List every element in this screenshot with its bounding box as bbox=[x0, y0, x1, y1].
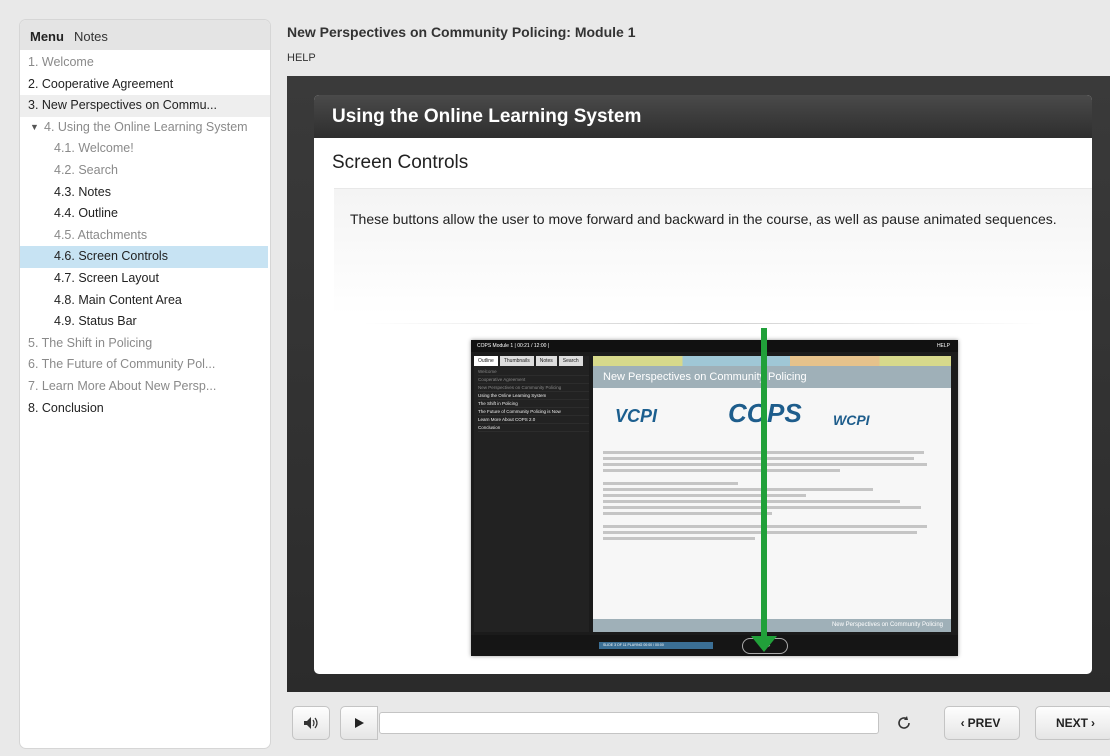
menu-item-search[interactable]: 4.2. Search bbox=[20, 160, 270, 182]
menu-item-welcome[interactable]: 1. Welcome bbox=[20, 52, 270, 74]
screenshot-stripe bbox=[593, 356, 951, 366]
screenshot-controls: SLIDE 3 OF 11 PLAYING 00:00 / 00:00 II ◂… bbox=[471, 635, 958, 656]
menu-list: 1. Welcome 2. Cooperative Agreement 3. N… bbox=[20, 50, 270, 419]
chevron-right-icon: › bbox=[1091, 716, 1095, 730]
screenshot-footer: New Perspectives on Community Policing bbox=[593, 619, 951, 632]
replay-icon bbox=[898, 716, 910, 729]
play-button[interactable] bbox=[340, 706, 378, 740]
volume-button[interactable] bbox=[292, 706, 330, 740]
menu-item-cooperative-agreement[interactable]: 2. Cooperative Agreement bbox=[20, 74, 270, 96]
next-label: NEXT bbox=[1055, 716, 1088, 730]
menu-item-learn-more[interactable]: 7. Learn More About New Persp... bbox=[20, 376, 270, 398]
screenshot-list-item: New Perspectives on Community Policing bbox=[478, 384, 589, 392]
prev-label: PREV bbox=[967, 716, 1001, 730]
screenshot-body-text bbox=[593, 451, 951, 540]
tab-notes[interactable]: Notes bbox=[70, 23, 114, 50]
menu-item-label: 4. Using the Online Learning System bbox=[44, 119, 248, 134]
screenshot-list-item: Conclusion bbox=[478, 424, 589, 432]
slide-subtitle: Screen Controls bbox=[332, 152, 469, 173]
screenshot-top-title: COPS Module 1 | 00:21 / 12:00 | bbox=[477, 343, 550, 349]
screenshot-list: Welcome Cooperative Agreement New Perspe… bbox=[474, 366, 589, 432]
screenshot-list-item: Cooperative Agreement bbox=[478, 376, 589, 384]
menu-item-welcome-sub[interactable]: 4.1. Welcome! bbox=[20, 138, 270, 160]
arrow-head-icon bbox=[751, 636, 777, 652]
screenshot-list-item: Learn More About COPS 2.0 bbox=[478, 416, 589, 424]
slide-text-box: These buttons allow the user to move for… bbox=[334, 188, 1092, 315]
progress-bar[interactable] bbox=[379, 712, 879, 734]
menu-item-notes[interactable]: 4.3. Notes bbox=[20, 182, 270, 204]
screenshot-image: COPS Module 1 | 00:21 / 12:00 | HELP Out… bbox=[471, 328, 958, 656]
menu-item-new-perspectives[interactable]: 3. New Perspectives on Commu... bbox=[20, 95, 270, 117]
speaker-icon bbox=[304, 717, 318, 729]
wcpi-logo: WCPI bbox=[833, 412, 870, 428]
vcpi-logo: VCPI bbox=[615, 406, 658, 426]
screenshot-topbar: COPS Module 1 | 00:21 / 12:00 | HELP bbox=[471, 340, 958, 352]
menu-item-outline[interactable]: 4.4. Outline bbox=[20, 203, 270, 225]
screenshot-tab: Thumbnails bbox=[499, 356, 534, 366]
screenshot-tab: Search bbox=[558, 356, 583, 366]
chevron-left-icon: ‹ bbox=[960, 716, 965, 730]
sidebar-tabs: Menu Notes bbox=[20, 20, 270, 50]
menu-item-status-bar[interactable]: 4.9. Status Bar bbox=[20, 311, 270, 333]
course-title: New Perspectives on Community Policing: … bbox=[287, 24, 636, 40]
screenshot-list-item: The Shift in Policing bbox=[478, 400, 589, 408]
screenshot-top-help: HELP bbox=[936, 343, 950, 349]
prev-button[interactable]: ‹ PREV bbox=[944, 706, 1020, 740]
screenshot-tab: Notes bbox=[535, 356, 557, 366]
screenshot-list-item: Using the Online Learning System bbox=[478, 392, 589, 400]
arrow-indicator bbox=[761, 328, 767, 640]
screenshot-heading: New Perspectives on Community Policing bbox=[593, 366, 951, 388]
menu-item-attachments[interactable]: 4.5. Attachments bbox=[20, 225, 270, 247]
caret-down-icon[interactable]: ▼ bbox=[30, 117, 39, 139]
player-controls: ‹ PREV NEXT › bbox=[287, 706, 1110, 744]
menu-item-screen-layout[interactable]: 4.7. Screen Layout bbox=[20, 268, 270, 290]
menu-item-conclusion[interactable]: 8. Conclusion bbox=[20, 398, 270, 420]
next-button[interactable]: NEXT › bbox=[1035, 706, 1110, 740]
screenshot-content: New Perspectives on Community Policing V… bbox=[593, 356, 951, 632]
menu-item-shift-in-policing[interactable]: 5. The Shift in Policing bbox=[20, 333, 270, 355]
screenshot-list-item: Welcome bbox=[478, 368, 589, 376]
screenshot-tabs: Outline Thumbnails Notes Search bbox=[474, 356, 589, 366]
screenshot-sidebar: Outline Thumbnails Notes Search Welcome … bbox=[474, 356, 589, 632]
sidebar: Menu Notes 1. Welcome 2. Cooperative Agr… bbox=[20, 20, 270, 748]
screenshot-logos: VCPI COPS WCPI bbox=[593, 388, 951, 448]
menu-item-future-community-policing[interactable]: 6. The Future of Community Pol... bbox=[20, 354, 270, 376]
content-stage: Using the Online Learning System Screen … bbox=[287, 76, 1110, 692]
slide-title: Using the Online Learning System bbox=[314, 95, 1092, 138]
help-link[interactable]: HELP bbox=[287, 52, 316, 64]
slide-body-text: These buttons allow the user to move for… bbox=[350, 211, 1057, 227]
menu-item-using-online-learning[interactable]: ▼ 4. Using the Online Learning System bbox=[20, 117, 270, 139]
screenshot-list-item: The Future of Community Policing is Now bbox=[478, 408, 589, 416]
screenshot-status: SLIDE 3 OF 11 PLAYING 00:00 / 00:00 bbox=[599, 642, 713, 649]
menu-item-main-content-area[interactable]: 4.8. Main Content Area bbox=[20, 290, 270, 312]
replay-button[interactable] bbox=[885, 706, 923, 740]
divider bbox=[364, 323, 1044, 324]
tab-menu[interactable]: Menu bbox=[26, 23, 70, 50]
screenshot-tab: Outline bbox=[474, 356, 498, 366]
slide: Using the Online Learning System Screen … bbox=[314, 95, 1092, 674]
play-icon bbox=[355, 718, 364, 728]
menu-item-screen-controls[interactable]: 4.6. Screen Controls bbox=[20, 246, 268, 268]
